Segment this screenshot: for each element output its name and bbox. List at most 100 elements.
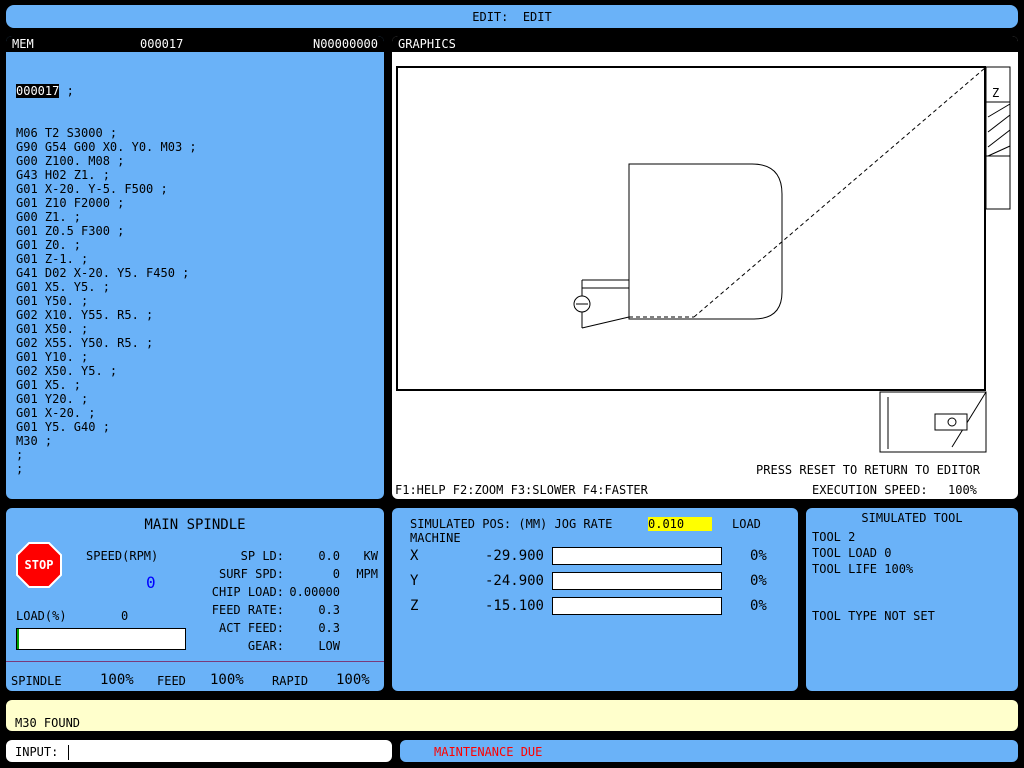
message-bar: M30 FOUND bbox=[4, 698, 1020, 733]
spindle-override-label: SPINDLE bbox=[11, 674, 62, 688]
program-line[interactable]: M30 ; bbox=[16, 434, 197, 448]
spindle-load-fill bbox=[17, 629, 19, 649]
program-line[interactable]: M06 T2 S3000 ; bbox=[16, 126, 197, 140]
view-orientation-inset bbox=[879, 391, 987, 453]
spindle-stat-value: 0.3 bbox=[318, 603, 340, 617]
program-line[interactable]: G00 Z1. ; bbox=[16, 210, 197, 224]
tool-life: TOOL LIFE 100% bbox=[812, 562, 914, 576]
machine-label: MACHINE bbox=[410, 531, 461, 545]
function-key-legend[interactable]: F1:HELP F2:ZOOM F3:SLOWER F4:FASTER bbox=[395, 483, 648, 497]
spindle-stat-label: SP LD: bbox=[240, 549, 284, 563]
speed-label: SPEED(RPM) bbox=[86, 549, 159, 563]
spindle-load-bar bbox=[16, 628, 186, 650]
stop-label: STOP bbox=[25, 558, 54, 572]
program-line[interactable]: G01 X-20. Y-5. F500 ; bbox=[16, 182, 197, 196]
position-panel: SIMULATED POS: (MM) JOG RATE 0.010 LOAD … bbox=[390, 506, 800, 693]
load-column-label: LOAD bbox=[732, 517, 761, 531]
program-line-current-rest: ; bbox=[59, 84, 74, 98]
axis-label: Y bbox=[410, 573, 419, 589]
execution-speed-value: 100% bbox=[948, 483, 977, 497]
axis-load-bar bbox=[552, 572, 722, 590]
speed-value: 0 bbox=[146, 573, 156, 592]
program-line[interactable]: G01 X5. ; bbox=[16, 378, 197, 392]
message-text: M30 FOUND bbox=[15, 716, 81, 730]
graphics-title: GRAPHICS bbox=[398, 37, 456, 51]
z-depth-scale: Z bbox=[985, 66, 1011, 210]
axis-load-bar bbox=[552, 547, 722, 565]
spindle-override-value: 100% bbox=[100, 672, 134, 688]
z-axis-label: Z bbox=[992, 86, 999, 100]
spindle-title: MAIN SPINDLE bbox=[144, 517, 246, 533]
axis-label: X bbox=[410, 548, 419, 564]
position-header: SIMULATED POS: (MM) JOG RATE bbox=[410, 517, 613, 531]
spindle-panel: MAIN SPINDLE STOP SPEED(RPM) 0 LOAD(%) 0… bbox=[4, 506, 386, 693]
axis-position-value: -24.900 bbox=[484, 573, 544, 589]
spindle-stat-label: ACT FEED: bbox=[218, 621, 284, 635]
axis-position-value: -29.900 bbox=[484, 548, 544, 564]
program-line[interactable]: G00 Z100. M08 ; bbox=[16, 154, 197, 168]
rapid-override-value: 100% bbox=[336, 672, 370, 688]
program-line[interactable]: G41 D02 X-20. Y5. F450 ; bbox=[16, 266, 197, 280]
spindle-stat-label: SURF SPD: bbox=[218, 567, 284, 581]
axis-load-value: 0% bbox=[750, 548, 767, 564]
graphics-panel: GRAPHICS Z PRESS RESET TO RETURN TO EDIT… bbox=[390, 34, 1020, 501]
input-label: INPUT: bbox=[15, 745, 59, 759]
toolpath-viewport[interactable]: Z bbox=[392, 52, 1018, 501]
axis-load-value: 0% bbox=[750, 598, 767, 614]
feed-override-value: 100% bbox=[210, 672, 244, 688]
program-line[interactable]: G01 X-20. ; bbox=[16, 406, 197, 420]
program-mode: MEM bbox=[12, 37, 34, 51]
spindle-stat-unit: KW bbox=[363, 549, 378, 563]
spindle-stat-label: GEAR: bbox=[247, 639, 284, 653]
jog-rate-value[interactable]: 0.010 bbox=[648, 517, 712, 531]
program-line[interactable]: G02 X10. Y55. R5. ; bbox=[16, 308, 197, 322]
program-line[interactable]: ; bbox=[16, 448, 197, 462]
program-number: 000017 bbox=[140, 37, 184, 51]
mode-title-bar: EDIT: EDIT bbox=[4, 3, 1020, 30]
rapid-override-label: RAPID bbox=[272, 674, 309, 688]
program-line[interactable]: G02 X50. Y5. ; bbox=[16, 364, 197, 378]
axis-position-value: -15.100 bbox=[484, 598, 544, 614]
spindle-stat-label: FEED RATE: bbox=[211, 603, 284, 617]
program-listing[interactable]: 000017 ; M06 T2 S3000 ; G90 G54 G00 X0. Y… bbox=[16, 56, 197, 499]
input-bar[interactable]: INPUT: bbox=[4, 738, 394, 764]
program-line[interactable]: G01 Z-1. ; bbox=[16, 252, 197, 266]
program-line[interactable]: G01 X5. Y5. ; bbox=[16, 280, 197, 294]
spindle-stat-value: 0.00000 bbox=[289, 585, 340, 599]
program-line[interactable]: G01 Y5. G40 ; bbox=[16, 420, 197, 434]
spindle-stat-label: CHIP LOAD: bbox=[211, 585, 284, 599]
cursor-highlight: 000017 bbox=[16, 84, 60, 98]
override-bar bbox=[6, 661, 384, 662]
spindle-stat-value: 0.3 bbox=[318, 621, 340, 635]
graphics-header: GRAPHICS bbox=[392, 36, 1018, 52]
program-line[interactable]: G01 X50. ; bbox=[16, 322, 197, 336]
program-line[interactable]: G43 H02 Z1. ; bbox=[16, 168, 197, 182]
program-line[interactable]: G01 Z10 F2000 ; bbox=[16, 196, 197, 210]
load-label: LOAD(%) bbox=[16, 609, 67, 623]
tool-panel: SIMULATED TOOL TOOL 2 TOOL LOAD 0 TOOL L… bbox=[804, 506, 1020, 693]
program-line-number: N00000000 bbox=[312, 37, 378, 51]
tool-title: SIMULATED TOOL bbox=[861, 511, 963, 525]
program-line[interactable]: G90 G54 G00 X0. Y0. M03 ; bbox=[16, 140, 197, 154]
tool-type: TOOL TYPE NOT SET bbox=[812, 609, 935, 623]
spindle-stat-unit: MPM bbox=[356, 567, 378, 581]
program-line[interactable]: G01 Z0.5 F300 ; bbox=[16, 224, 197, 238]
tool-load: TOOL LOAD 0 bbox=[812, 546, 892, 560]
tool-number: TOOL 2 bbox=[812, 530, 856, 544]
program-line[interactable]: G02 X55. Y50. R5. ; bbox=[16, 336, 197, 350]
status-bar: MAINTENANCE DUE bbox=[398, 738, 1020, 764]
spindle-stat-value: 0 bbox=[332, 567, 340, 581]
program-line[interactable]: ; bbox=[16, 462, 197, 476]
load-value: 0 bbox=[121, 609, 129, 623]
stop-icon[interactable]: STOP bbox=[16, 542, 62, 588]
program-line[interactable]: G01 Y10. ; bbox=[16, 350, 197, 364]
tool-position-icon bbox=[573, 295, 591, 313]
program-panel: MEM 000017 N00000000 000017 ; M06 T2 S30… bbox=[4, 34, 386, 501]
spindle-stat-value: LOW bbox=[318, 639, 340, 653]
program-header: MEM 000017 N00000000 bbox=[6, 36, 384, 52]
status-text: MAINTENANCE DUE bbox=[434, 745, 543, 759]
program-line[interactable]: G01 Y50. ; bbox=[16, 294, 197, 308]
program-line-current[interactable]: 000017 ; bbox=[16, 84, 197, 98]
program-line[interactable]: G01 Y20. ; bbox=[16, 392, 197, 406]
program-line[interactable]: G01 Z0. ; bbox=[16, 238, 197, 252]
